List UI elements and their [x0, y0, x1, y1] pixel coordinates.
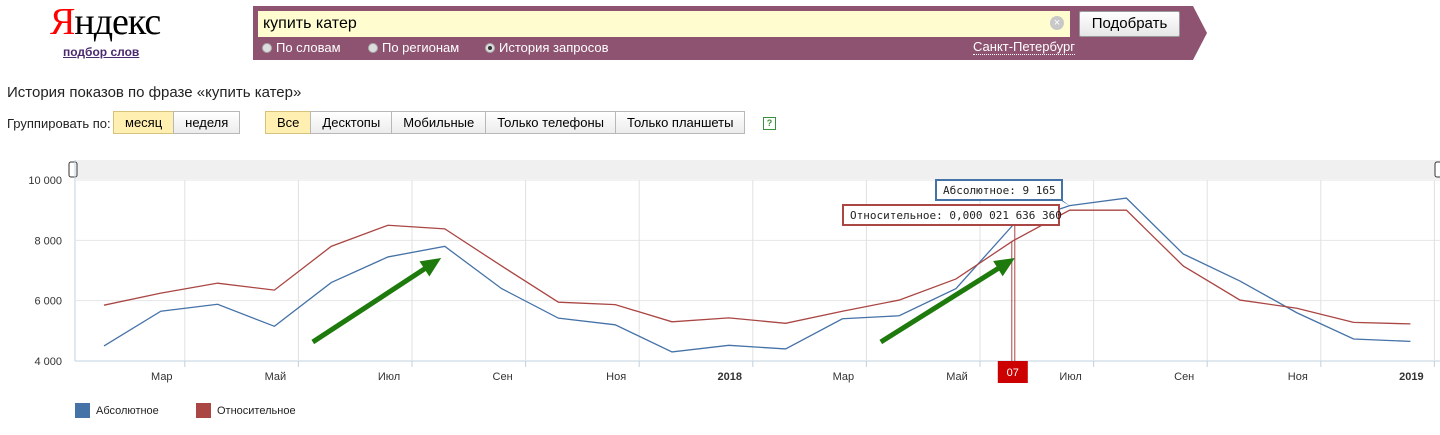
x-tick-label: Мар	[151, 371, 173, 383]
x-tick-label: Июл	[378, 371, 400, 383]
navigator-strip	[75, 160, 1440, 179]
x-tick-label: Мар	[833, 371, 855, 383]
navigator-handle-left[interactable]	[68, 161, 78, 178]
legend-swatch	[75, 403, 90, 418]
history-chart: 10 000 8 000 6 000 4 000 Мар Май Июл Сен Ноя 2018…	[28, 160, 1440, 383]
x-tick-label: Сен	[493, 371, 513, 383]
x-tick-label: Ноя	[1288, 371, 1308, 383]
x-tick-label: Сен	[1174, 371, 1194, 383]
selected-month-label: 07	[1007, 367, 1019, 379]
legend-label: Абсолютное	[96, 404, 159, 417]
tooltip-relative-text: Относительное: 0,000 021 636 360	[850, 209, 1062, 222]
tooltip-absolute-pointer	[1060, 200, 1070, 206]
y-tick-label: 10 000	[28, 175, 62, 187]
trend-arrow	[311, 262, 433, 345]
x-tick-label: 2019	[1399, 371, 1423, 383]
legend-item-absolute[interactable]: Абсолютное	[75, 403, 159, 418]
y-tick-label: 4 000	[34, 356, 62, 368]
x-tick-label: Май	[946, 371, 968, 383]
legend-item-relative[interactable]: Относительное	[196, 403, 296, 418]
navigator-handle-right[interactable]	[1434, 161, 1440, 178]
legend-label: Относительное	[217, 404, 296, 417]
trend-arrow	[879, 262, 1006, 345]
y-tick-label: 8 000	[34, 235, 62, 247]
series-line-absolute	[103, 197, 1411, 353]
x-tick-label: Май	[265, 371, 287, 383]
x-tick-label: 2018	[718, 371, 742, 383]
x-tick-label: Июл	[1059, 371, 1081, 383]
y-tick-label: 6 000	[34, 296, 62, 308]
tooltip-absolute-text: Абсолютное: 9 165	[943, 184, 1056, 197]
legend-swatch	[196, 403, 211, 418]
x-tick-label: Ноя	[606, 371, 626, 383]
